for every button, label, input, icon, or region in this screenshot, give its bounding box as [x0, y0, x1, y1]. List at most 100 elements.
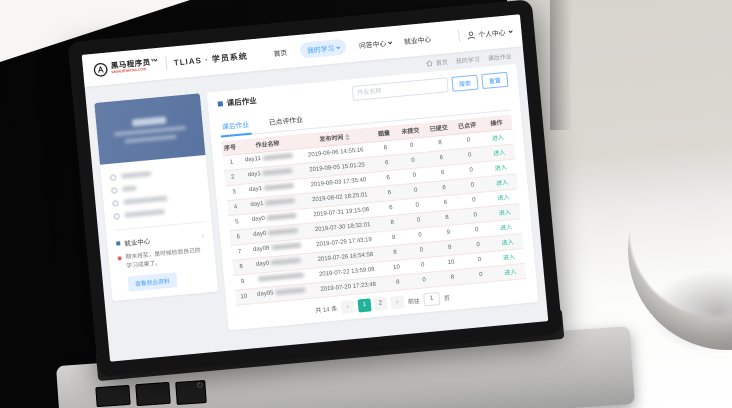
assignment-name-blurred: [265, 198, 295, 206]
employment-center-link[interactable]: 就业中心 ›: [116, 230, 205, 248]
nav-item-my-learning[interactable]: 我的学习: [299, 39, 346, 59]
reset-button[interactable]: 重置: [481, 72, 508, 89]
enter-link[interactable]: 进入: [493, 150, 506, 157]
keyboard-key: [95, 385, 130, 407]
title-bullet: [218, 101, 223, 106]
app-window: 黑马程序员™ www.itheima.com TLIAS · 学员系统 首页 我…: [82, 14, 549, 361]
next-page-button[interactable]: ›: [390, 295, 404, 309]
pagination-pages: 12: [357, 296, 387, 312]
cell-reviewed: 0: [466, 266, 496, 284]
assignment-name-blurred: [268, 228, 298, 236]
chevron-down-icon: [508, 28, 512, 32]
page-button-1[interactable]: 1: [357, 298, 371, 312]
person-icon: [112, 200, 119, 207]
nav-item-employment-center[interactable]: 就业中心: [404, 34, 432, 46]
nav-item-qa-center[interactable]: 问答中心: [359, 37, 392, 50]
section-bullet: [116, 241, 120, 245]
enter-link[interactable]: 进入: [496, 180, 509, 187]
assignment-name-blurred: [264, 183, 294, 191]
laptop-screen-bezel: 黑马程序员™ www.itheima.com TLIAS · 学员系统 首页 我…: [67, 0, 562, 377]
profile-sidebar: 就业中心 › 期末将至，是时候检验自己的学习成果了。 查看就业资料: [94, 93, 218, 301]
cell-index: 4: [227, 199, 245, 215]
employment-section: 就业中心 › 期末将至，是时候检验自己的学习成果了。 查看就业资料: [106, 225, 218, 302]
page-body: 就业中心 › 期末将至，是时候检验自己的学习成果了。 查看就业资料: [86, 61, 547, 347]
chevron-down-icon: [336, 44, 340, 48]
tab-homework[interactable]: 课后作业: [219, 115, 252, 137]
prev-page-button[interactable]: ‹: [340, 299, 354, 313]
chevron-down-icon: [388, 40, 392, 44]
cell-question-count: 8: [385, 274, 411, 291]
clock-icon: [113, 213, 120, 220]
page-button-2[interactable]: 2: [373, 296, 387, 310]
assignment-name-blurred: [271, 243, 301, 251]
breadcrumb-homework: 课后作业: [487, 51, 512, 62]
class-info-blurred: [125, 134, 177, 143]
cell-index: 2: [224, 169, 242, 185]
divider: [165, 56, 167, 70]
enter-link[interactable]: 进入: [499, 210, 512, 217]
enter-link[interactable]: 进入: [497, 195, 510, 202]
nav-item-home[interactable]: 首页: [273, 47, 287, 58]
divider: [458, 30, 460, 42]
background-wall-seam: [550, 0, 572, 130]
enter-link[interactable]: 进入: [504, 270, 517, 277]
tab-reviewed-homework[interactable]: 已点评作业: [266, 110, 306, 132]
itheima-logo-icon: [92, 61, 108, 77]
goto-page-input[interactable]: 1: [423, 291, 440, 305]
view-employment-materials-button[interactable]: 查看就业资料: [127, 273, 177, 292]
assignment-name-blurred: [271, 258, 301, 266]
cell-index: 1: [223, 154, 241, 170]
enter-link[interactable]: 进入: [492, 135, 505, 142]
notice-dot: [117, 256, 121, 260]
assignment-name-blurred: [263, 153, 293, 161]
cell-index: 7: [231, 244, 249, 260]
search-button[interactable]: 搜索: [451, 75, 478, 92]
power-key-icon: ⏻: [175, 380, 206, 392]
keyboard-key: [135, 382, 170, 406]
info-value-blurred: [124, 209, 164, 217]
sort-icon[interactable]: [345, 134, 350, 141]
brand-text: 黑马程序员™ www.itheima.com: [110, 57, 159, 74]
enter-link[interactable]: 进入: [503, 255, 516, 262]
employment-center-label: 就业中心: [124, 235, 151, 247]
student-name-blurred: [132, 116, 167, 126]
breadcrumb-home[interactable]: 首页: [435, 57, 448, 67]
enter-link[interactable]: 进入: [494, 165, 507, 172]
info-value-blurred: [123, 196, 167, 205]
profile-header: [94, 93, 205, 165]
assignments-table-body: 1day112019-08-06 14:55:168080进入2day12019…: [223, 129, 527, 305]
notice-text: 期末将至，是时候检验自己的学习成果了。: [125, 246, 206, 271]
cell-index: 9: [234, 273, 252, 289]
assignment-name-blurred: [258, 273, 304, 282]
chevron-right-icon: ›: [201, 232, 204, 239]
school-icon: [110, 174, 117, 181]
keyboard-key: ⏻: [175, 380, 207, 405]
page-title: 课后作业: [217, 95, 257, 110]
enter-link[interactable]: 进入: [501, 240, 514, 247]
total-count: 共 14 条: [315, 303, 338, 314]
info-value-blurred: [122, 186, 136, 192]
homework-panel: 课后作业 搜索 重置 课后作业 已点评作业: [207, 64, 539, 330]
info-value-blurred: [121, 171, 151, 178]
cell-index: 3: [225, 184, 243, 200]
enter-link[interactable]: 进入: [500, 225, 513, 232]
cell-not-submitted: 0: [409, 271, 439, 289]
cell-submitted: 8: [438, 268, 468, 286]
user-menu-label: 个人中心: [478, 27, 506, 39]
assignments-table: 序号 作业名称 发布时间 题量 未提交 已提交 已点评 操作 1day11201…: [221, 115, 526, 306]
page-unit-label: 页: [443, 293, 450, 303]
group-icon: [111, 187, 118, 194]
assignment-name-blurred: [263, 168, 293, 176]
cell-index: 6: [230, 229, 248, 245]
home-icon: [426, 60, 434, 68]
cell-index: 5: [228, 214, 246, 230]
itheima-logo: 黑马程序员™ www.itheima.com: [92, 56, 159, 77]
breadcrumb-my-learning[interactable]: 我的学习: [455, 54, 480, 65]
assignment-name-blurred: [267, 213, 297, 221]
cell-index: 10: [235, 288, 253, 304]
goto-label: 前往: [407, 295, 420, 305]
user-menu[interactable]: 个人中心: [466, 26, 512, 40]
assignment-name-blurred: [275, 288, 305, 296]
employment-notice: 期末将至，是时候检验自己的学习成果了。: [117, 246, 206, 271]
product-title: TLIAS · 学员系统: [173, 50, 248, 68]
